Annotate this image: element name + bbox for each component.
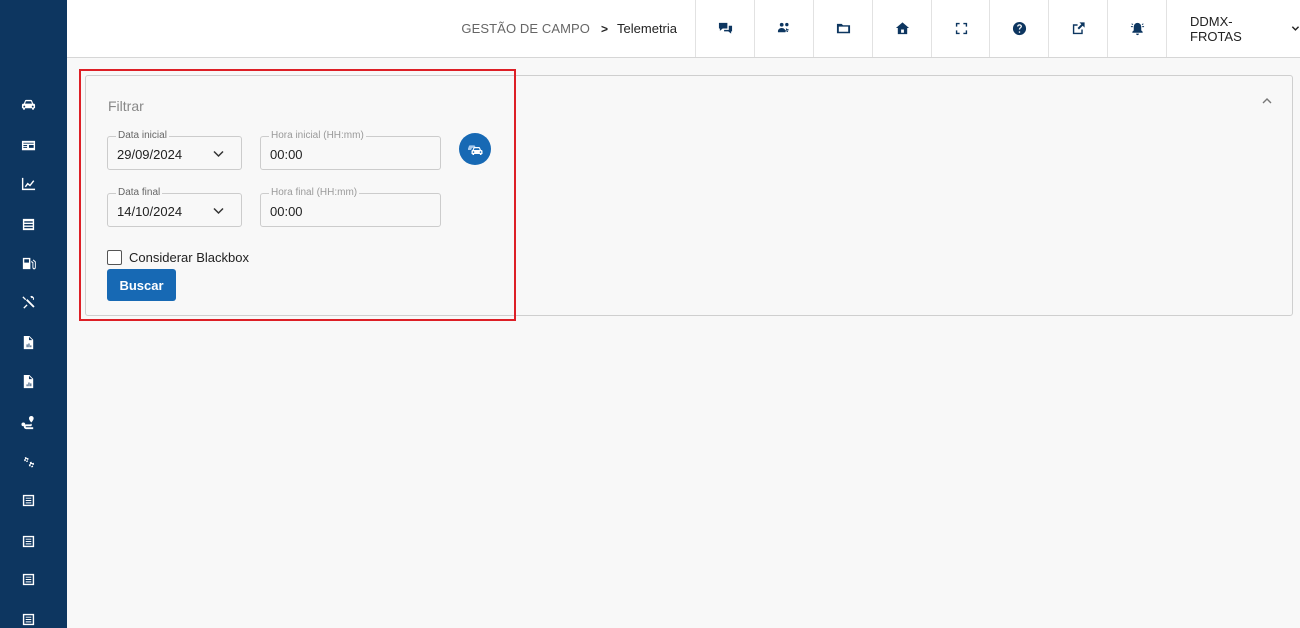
- top-header: GESTÃO DE CAMPO > Telemetria DDMX-FROTAS: [67, 0, 1300, 58]
- sidebar-item-fuel[interactable]: [18, 253, 38, 273]
- end-date-label: Data final: [116, 187, 163, 199]
- list-icon: [22, 494, 34, 506]
- end-time-label: Hora final (HH:mm): [269, 187, 360, 199]
- sidebar-item-tables[interactable]: [18, 214, 38, 234]
- breadcrumb: GESTÃO DE CAMPO > Telemetria: [461, 21, 677, 36]
- start-date-label: Data inicial: [116, 130, 169, 142]
- help-button[interactable]: [989, 0, 1048, 57]
- sidebar-item-analytics[interactable]: [18, 173, 38, 193]
- users-cog-icon: [777, 22, 789, 33]
- chevron-down-icon: [1291, 26, 1300, 31]
- car-icon: [21, 99, 35, 110]
- sidebar-item-settings[interactable]: [18, 452, 38, 472]
- home-button[interactable]: [872, 0, 931, 57]
- vehicle-select-button[interactable]: [459, 133, 491, 165]
- chevron-up-icon[interactable]: [1260, 94, 1274, 108]
- blackbox-checkbox[interactable]: [107, 250, 122, 265]
- fullscreen-icon: [955, 22, 967, 35]
- filter-title: Filtrar: [108, 98, 144, 114]
- sidebar-item-maintenance[interactable]: [18, 292, 38, 312]
- report-file-icon: [23, 335, 33, 349]
- blackbox-option[interactable]: Considerar Blackbox: [107, 250, 249, 265]
- end-time-input[interactable]: [270, 204, 390, 219]
- chart-line-icon: [21, 177, 35, 190]
- list-icon: [22, 573, 34, 585]
- folder-icon: [836, 23, 850, 34]
- blackbox-label: Considerar Blackbox: [129, 250, 249, 265]
- external-link-icon: [1072, 22, 1085, 35]
- route-icon: [20, 415, 34, 429]
- home-icon: [895, 22, 909, 35]
- breadcrumb-current: Telemetria: [617, 21, 677, 36]
- user-name: DDMX-FROTAS: [1190, 13, 1242, 44]
- table-icon: [22, 218, 34, 230]
- fullscreen-button[interactable]: [931, 0, 990, 57]
- user-menu[interactable]: DDMX-FROTAS: [1166, 0, 1300, 57]
- sidebar-item-report[interactable]: [18, 332, 38, 352]
- alarm-bell-icon: [1130, 22, 1144, 36]
- cars-icon: [468, 145, 483, 155]
- start-date-field[interactable]: Data inicial: [107, 130, 242, 170]
- start-time-field[interactable]: Hora inicial (HH:mm): [260, 130, 441, 170]
- users-button[interactable]: [754, 0, 813, 57]
- chevron-down-icon[interactable]: [213, 150, 224, 158]
- external-link-button[interactable]: [1048, 0, 1107, 57]
- start-time-label: Hora inicial (HH:mm): [269, 130, 366, 142]
- gears-icon: [23, 456, 34, 467]
- help-icon: [1012, 21, 1026, 36]
- chevron-down-icon[interactable]: [213, 207, 224, 215]
- sidebar-item-list-1[interactable]: [18, 490, 38, 510]
- alarm-button[interactable]: [1107, 0, 1166, 57]
- search-button[interactable]: Buscar: [107, 269, 176, 301]
- folder-button[interactable]: [813, 0, 872, 57]
- start-time-input[interactable]: [270, 147, 390, 162]
- breadcrumb-section[interactable]: GESTÃO DE CAMPO: [461, 21, 590, 36]
- sidebar-item-routes[interactable]: [18, 412, 38, 432]
- fuel-icon: [22, 257, 36, 269]
- sidebar-item-list-2[interactable]: [18, 531, 38, 551]
- sidebar: [0, 0, 67, 628]
- chat-button[interactable]: [695, 0, 754, 57]
- end-time-field[interactable]: Hora final (HH:mm): [260, 187, 441, 227]
- sidebar-item-registry[interactable]: [18, 135, 38, 155]
- chat-icon: [718, 22, 732, 34]
- id-card-icon: [21, 140, 35, 150]
- sidebar-item-list-4[interactable]: [18, 609, 38, 628]
- list-icon: [22, 613, 34, 625]
- end-date-field[interactable]: Data final: [107, 187, 242, 227]
- breadcrumb-separator: >: [601, 21, 609, 36]
- sidebar-item-report-charts[interactable]: [18, 371, 38, 391]
- sidebar-item-vehicles[interactable]: [18, 94, 38, 114]
- sidebar-item-list-3[interactable]: [18, 569, 38, 589]
- list-icon: [22, 535, 34, 547]
- tools-icon: [21, 295, 35, 309]
- report-chart-file-icon: [23, 374, 33, 388]
